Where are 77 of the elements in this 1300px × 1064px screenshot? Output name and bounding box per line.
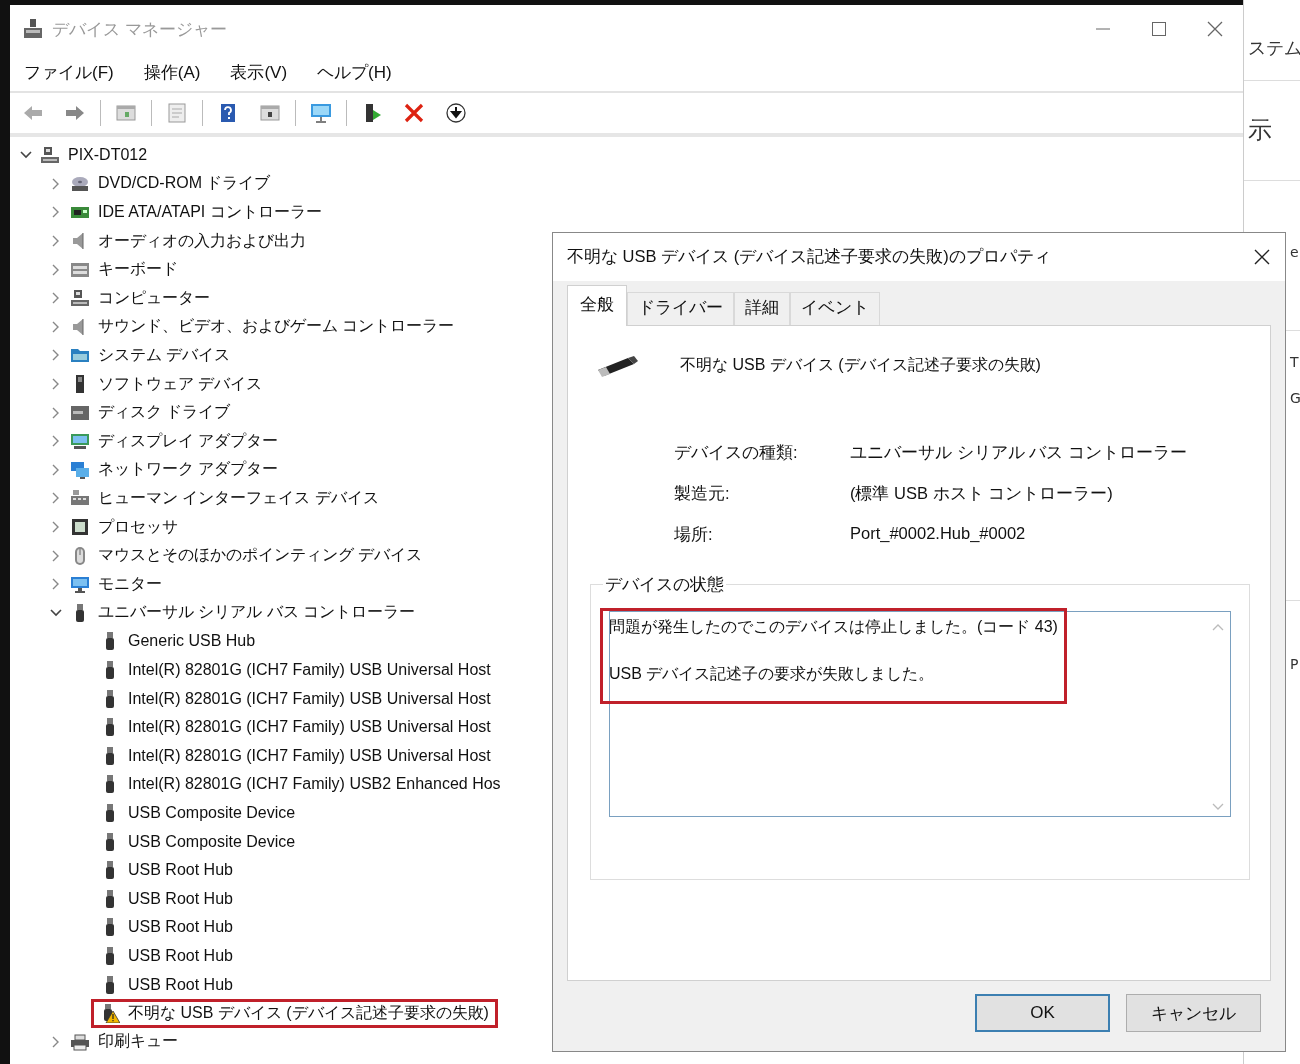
panel-icon[interactable] (259, 102, 281, 124)
property-value: (標準 USB ホスト コントローラー) (850, 483, 1114, 504)
ok-button[interactable]: OK (975, 994, 1110, 1032)
tree-item[interactable]: USB Composite Device (128, 803, 296, 822)
tree-item[interactable]: ディスプレイ アダプター (98, 430, 279, 452)
tab[interactable]: イベント (790, 292, 880, 325)
tree-item[interactable]: ソフトウェア デバイス (98, 373, 263, 395)
property-label: 製造元: (674, 483, 731, 504)
tree-item[interactable]: コンピューター (98, 287, 210, 309)
tree-item[interactable]: ユニバーサル シリアル バス コントローラー (98, 602, 416, 624)
group-heading: デバイスの状態 (603, 574, 726, 596)
tab[interactable]: ドライバー (627, 292, 734, 325)
tree-item[interactable]: Generic USB Hub (128, 632, 256, 651)
tree-item[interactable]: プロセッサ (98, 516, 178, 538)
monitor-icon (70, 574, 90, 595)
tree-item[interactable]: 不明な USB デバイス (デバイス記述子要求の失敗) (128, 1002, 489, 1024)
background-text: 示 (1248, 115, 1272, 146)
computer-icon (40, 145, 60, 166)
background-text: P (1290, 656, 1299, 672)
menu-item[interactable]: ヘルプ(H) (315, 58, 394, 86)
tree-item[interactable]: USB Composite Device (128, 832, 296, 851)
property-value: Port_#0002.Hub_#0002 (850, 524, 1027, 544)
background-text: G (1290, 390, 1300, 406)
tree-item[interactable]: USB Root Hub (128, 918, 233, 937)
device-manager-icon (22, 18, 44, 40)
tree-item[interactable]: USB Root Hub (128, 889, 233, 908)
tab[interactable]: 全般 (567, 285, 627, 326)
tree-item[interactable]: サウンド、ビデオ、およびゲーム コントローラー (98, 316, 455, 338)
property-label: デバイスの種類: (674, 442, 799, 463)
tree-item[interactable]: システム デバイス (98, 344, 231, 366)
scroll-down-icon[interactable] (1212, 802, 1224, 812)
background-text: T (1290, 354, 1299, 370)
printer-icon (70, 1031, 90, 1052)
tree-item[interactable]: IDE ATA/ATAPI コントローラー (98, 202, 322, 223)
tree-item[interactable]: USB Root Hub (128, 975, 233, 994)
menu-item[interactable]: 操作(A) (141, 58, 203, 86)
tree-item[interactable]: ディスク ドライブ (98, 402, 231, 424)
tree-item[interactable]: DVD/CD-ROM ドライブ (98, 173, 271, 195)
monitor-icon[interactable] (310, 102, 332, 124)
download-icon[interactable] (445, 102, 467, 124)
scroll-up-icon[interactable] (1212, 622, 1224, 632)
property-label: 場所: (674, 524, 714, 545)
menu-item[interactable]: ファイル(F) (22, 58, 116, 86)
tree-item[interactable]: ヒューマン インターフェイス デバイス (98, 487, 379, 509)
background-text: ステム (1248, 36, 1300, 60)
delete-icon[interactable] (403, 102, 425, 124)
maximize-icon[interactable] (1151, 21, 1167, 37)
close-icon[interactable] (1253, 248, 1271, 266)
network-icon (70, 459, 90, 480)
tree-item[interactable]: USB Root Hub (128, 861, 233, 880)
property-value: ユニバーサル シリアル バス コントローラー (850, 442, 1188, 463)
tree-item[interactable]: Intel(R) 82801G (ICH7 Family) USB Universal Host (128, 689, 491, 708)
tree-item[interactable]: マウスとそのほかのポインティング デバイス (98, 545, 423, 567)
window-title: デバイス マネージャー (52, 18, 228, 41)
menu-item[interactable]: 表示(V) (228, 58, 290, 86)
tree-item[interactable]: 印刷キュー (98, 1031, 178, 1053)
device-name: 不明な USB デバイス (デバイス記述子要求の失敗) (680, 354, 1041, 375)
tree-item[interactable]: Intel(R) 82801G (ICH7 Family) USB Universal Host (128, 661, 491, 679)
tree-item[interactable]: オーディオの入力および出力 (98, 230, 306, 252)
display-adapter-icon (70, 431, 90, 452)
tree-item[interactable]: ネットワーク アダプター (98, 459, 279, 481)
status-text: USB デバイス記述子の要求が失敗しました。 (609, 664, 936, 684)
tab[interactable]: 詳細 (734, 292, 790, 325)
tree-item[interactable]: PIX-DT012 (68, 146, 148, 165)
dialog-title: 不明な USB デバイス (デバイス記述子要求の失敗)のプロパティ (567, 246, 1051, 267)
status-text: 問題が発生したのでこのデバイスは停止しました。(コード 43) (609, 617, 1058, 637)
cancel-button[interactable]: キャンセル (1126, 994, 1261, 1032)
tree-item[interactable]: Intel(R) 82801G (ICH7 Family) USB Universal Host (128, 718, 491, 737)
tree-item[interactable]: USB Root Hub (128, 946, 233, 965)
computer-icon (70, 288, 90, 309)
chevron-icon[interactable] (50, 606, 62, 619)
tree-item[interactable]: Intel(R) 82801G (ICH7 Family) USB Universal Host (128, 746, 491, 765)
tree-item[interactable]: キーボード (98, 259, 178, 281)
tree-item[interactable]: Intel(R) 82801G (ICH7 Family) USB2 Enhanced Hos (128, 775, 501, 794)
tree-item[interactable]: モニター (98, 573, 162, 595)
background-text: e (1290, 244, 1299, 260)
processor-icon (70, 517, 90, 537)
